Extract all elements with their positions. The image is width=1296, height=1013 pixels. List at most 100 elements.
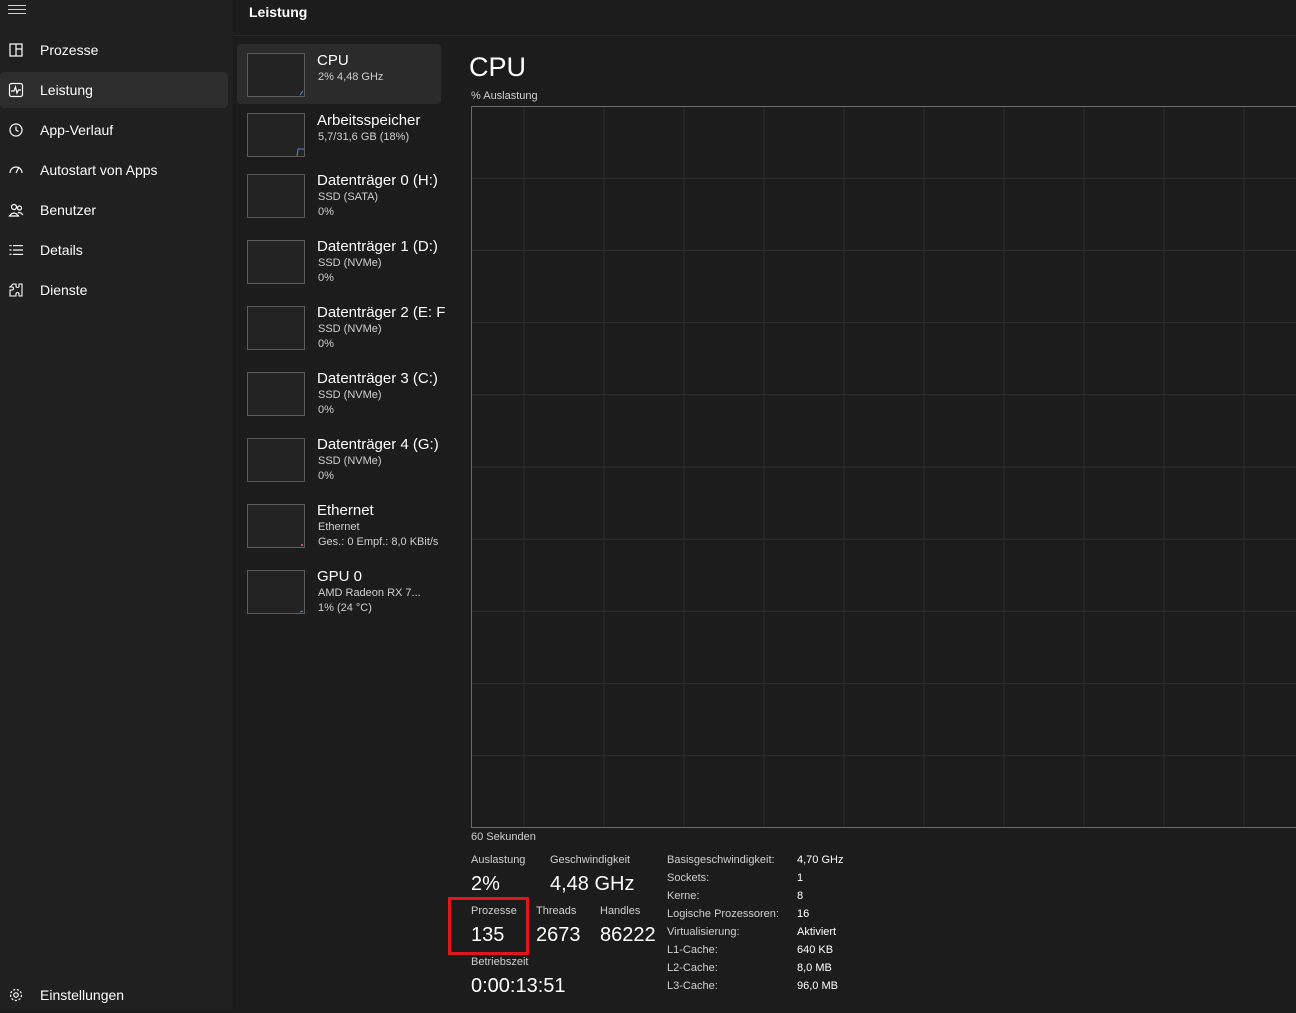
perf-item-usage: 1% (24 °C) [318, 602, 372, 614]
perf-item-usage: 0% [318, 404, 334, 416]
perf-item-sub: SSD (NVMe) [318, 389, 382, 401]
graph-y-label: % Auslastung [471, 90, 538, 102]
perf-item-usage: 0% [318, 272, 334, 284]
threads-label: Threads [536, 905, 576, 917]
gear-icon [8, 987, 24, 1003]
nav-item-label: Einstellungen [40, 987, 124, 1003]
services-icon [8, 282, 24, 298]
spec-label: Kerne: [667, 890, 699, 902]
disk-thumbnail-graph [247, 438, 305, 482]
spec-label: L1-Cache: [667, 944, 718, 956]
perf-item-usage: 0% [318, 338, 334, 350]
nav-item-autostart[interactable]: Autostart von Apps [0, 152, 228, 188]
spec-label: L3-Cache: [667, 980, 718, 992]
users-icon [8, 202, 24, 218]
spec-value: Aktiviert [797, 926, 836, 938]
nav-item-label: Details [40, 242, 83, 258]
disk-thumbnail-graph [247, 372, 305, 416]
perf-item-name: Arbeitsspeicher [317, 112, 420, 129]
perf-item-sub: AMD Radeon RX 7... [318, 587, 421, 599]
graph-x-label: 60 Sekunden [471, 831, 536, 843]
spec-value: 4,70 GHz [797, 854, 843, 866]
perf-item-name: Datenträger 1 (D:) [317, 238, 438, 255]
nav-item-label: Dienste [40, 282, 87, 298]
perf-item-usage: 0% [318, 206, 334, 218]
spec-label: Basisgeschwindigkeit: [667, 854, 775, 866]
nav-item-details[interactable]: Details [0, 232, 228, 268]
disk-thumbnail-graph [247, 240, 305, 284]
perf-item-sub: 2% 4,48 GHz [318, 71, 383, 83]
perf-item-sub: Ethernet [318, 521, 360, 533]
handles-value: 86222 [600, 924, 656, 947]
nav-item-label: Prozesse [40, 42, 98, 58]
spec-value: 8 [797, 890, 803, 902]
nav-item-prozesse[interactable]: Prozesse [0, 32, 228, 68]
disk-thumbnail-graph [247, 174, 305, 218]
nav-item-label: Autostart von Apps [40, 162, 158, 178]
perf-item-name: Datenträger 0 (H:) [317, 172, 438, 189]
nav-item-label: Leistung [40, 82, 93, 98]
auslastung-value: 2% [471, 873, 500, 896]
nav-item-einstellungen[interactable]: Einstellungen [0, 977, 228, 1013]
nav-item-leistung[interactable]: Leistung [0, 72, 228, 108]
nav-item-label: Benutzer [40, 202, 96, 218]
spec-label: L2-Cache: [667, 962, 718, 974]
perf-item-name: CPU [317, 52, 349, 69]
perf-item-name: Datenträger 2 (E: F [317, 304, 445, 321]
header-divider [233, 35, 1296, 36]
details-icon [8, 242, 24, 258]
perf-item-name: Ethernet [317, 502, 374, 519]
perf-item-memory[interactable]: Arbeitsspeicher 5,7/31,6 GB (18%) [237, 104, 441, 164]
perf-item-sub: SSD (NVMe) [318, 455, 382, 467]
perf-item-name: GPU 0 [317, 568, 362, 585]
sidebar: Prozesse Leistung App-Verlauf Autostart … [0, 0, 233, 1010]
perf-item-name: Datenträger 4 (G:) [317, 436, 439, 453]
perf-item-usage: 0% [318, 470, 334, 482]
nav-item-benutzer[interactable]: Benutzer [0, 192, 228, 228]
betriebszeit-value: 0:00:13:51 [471, 975, 566, 998]
perf-item-disk-1[interactable]: Datenträger 1 (D:) SSD (NVMe) 0% [237, 230, 441, 290]
nav-item-label: App-Verlauf [40, 122, 113, 138]
spec-value: 640 KB [797, 944, 833, 956]
spec-label: Logische Prozessoren: [667, 908, 779, 920]
spec-value: 8,0 MB [797, 962, 832, 974]
spec-value: 16 [797, 908, 809, 920]
handles-label: Handles [600, 905, 640, 917]
prozesse-highlight-box [448, 897, 529, 955]
perf-item-disk-4[interactable]: Datenträger 4 (G:) SSD (NVMe) 0% [237, 428, 441, 488]
startup-icon [8, 162, 24, 178]
page-title: Leistung [249, 4, 307, 20]
auslastung-label: Auslastung [471, 854, 525, 866]
perf-item-sub: SSD (NVMe) [318, 257, 382, 269]
geschwindigkeit-value: 4,48 GHz [550, 873, 634, 896]
perf-item-cpu[interactable]: CPU 2% 4,48 GHz [237, 44, 441, 104]
cpu-thumbnail-graph [247, 53, 305, 97]
spec-label: Virtualisierung: [667, 926, 740, 938]
hamburger-menu-icon[interactable] [8, 2, 26, 18]
memory-thumbnail-graph [247, 113, 305, 157]
perf-item-name: Datenträger 3 (C:) [317, 370, 438, 387]
performance-icon [8, 82, 24, 98]
spec-label: Sockets: [667, 872, 709, 884]
perf-item-sub: 5,7/31,6 GB (18%) [318, 131, 409, 143]
perf-item-usage: Ges.: 0 Empf.: 8,0 KBit/s [318, 536, 438, 548]
perf-item-ethernet[interactable]: Ethernet Ethernet Ges.: 0 Empf.: 8,0 KBi… [237, 494, 441, 554]
geschwindigkeit-label: Geschwindigkeit [550, 854, 630, 866]
perf-item-sub: SSD (NVMe) [318, 323, 382, 335]
processes-icon [8, 42, 24, 58]
nav-item-app-verlauf[interactable]: App-Verlauf [0, 112, 228, 148]
spec-value: 96,0 MB [797, 980, 838, 992]
spec-value: 1 [797, 872, 803, 884]
nav-item-dienste[interactable]: Dienste [0, 272, 228, 308]
ethernet-thumbnail-graph [247, 504, 305, 548]
perf-item-disk-3[interactable]: Datenträger 3 (C:) SSD (NVMe) 0% [237, 362, 441, 422]
perf-item-gpu-0[interactable]: GPU 0 AMD Radeon RX 7... 1% (24 °C) [237, 560, 441, 620]
perf-item-disk-0[interactable]: Datenträger 0 (H:) SSD (SATA) 0% [237, 164, 441, 224]
betriebszeit-label: Betriebszeit [471, 956, 528, 968]
perf-item-disk-2[interactable]: Datenträger 2 (E: F SSD (NVMe) 0% [237, 296, 441, 356]
cpu-usage-graph [471, 106, 1296, 828]
main-title: CPU [469, 52, 526, 83]
threads-value: 2673 [536, 924, 581, 947]
history-icon [8, 122, 24, 138]
perf-item-sub: SSD (SATA) [318, 191, 378, 203]
